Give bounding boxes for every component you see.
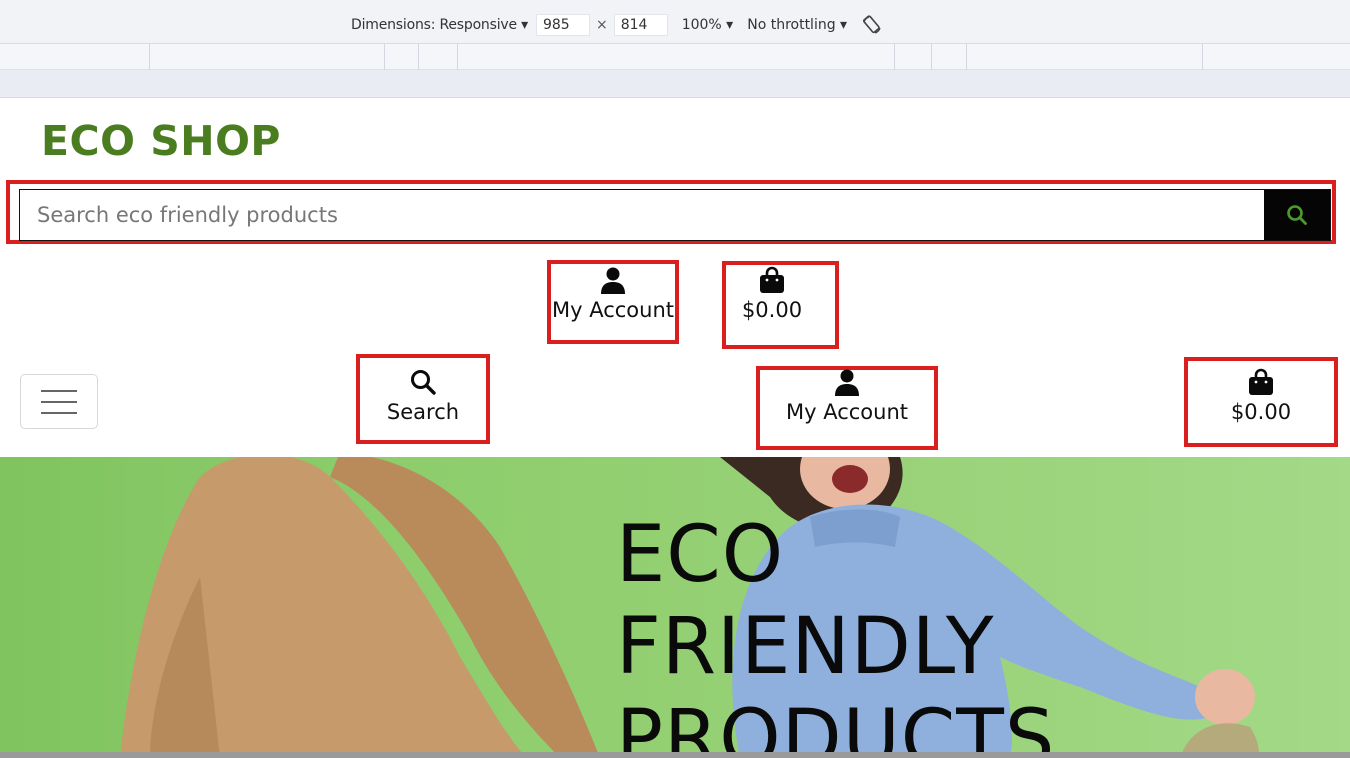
header-account-link[interactable]: My Account	[549, 264, 677, 322]
user-icon	[600, 264, 626, 294]
cart-total: $0.00	[741, 298, 803, 322]
menu-toggle-button[interactable]	[20, 374, 98, 429]
search-button[interactable]	[1264, 190, 1330, 240]
dimensions-dropdown[interactable]: Dimensions: Responsive ▾	[351, 17, 528, 33]
height-input[interactable]: 814	[613, 14, 668, 36]
search-icon	[409, 366, 437, 396]
hero-title-line: ECO	[616, 510, 785, 600]
ruler-tick	[1202, 44, 1203, 70]
hero-title-line: PRODUCTS	[616, 694, 1056, 758]
header-cart-link[interactable]: $0.00	[722, 264, 822, 322]
throttling-dropdown[interactable]: No throttling ▾	[747, 17, 847, 33]
nav-search-link[interactable]: Search	[360, 366, 486, 424]
times-sign: ×	[595, 17, 608, 33]
ruler-tick	[931, 44, 932, 70]
search-label: Search	[386, 400, 460, 424]
search-icon	[1287, 205, 1307, 225]
device-ruler[interactable]	[0, 70, 1350, 98]
hamburger-icon	[41, 411, 77, 414]
devtools-toolbar: Dimensions: Responsive ▾ 985 × 814 100% …	[0, 0, 1350, 44]
user-icon	[834, 366, 860, 396]
hamburger-icon	[41, 389, 77, 392]
horizontal-scrollbar[interactable]	[0, 752, 1350, 758]
width-input[interactable]: 985	[535, 14, 590, 36]
page: Dimensions: Responsive ▾ 985 × 814 100% …	[0, 0, 1350, 758]
hero-banner: ECO FRIENDLY PRODUCTS	[0, 457, 1350, 758]
account-label: My Account	[785, 400, 908, 424]
ruler-tick	[418, 44, 419, 70]
nav-cart-link[interactable]: $0.00	[1188, 366, 1334, 424]
account-label: My Account	[551, 298, 674, 322]
zoom-dropdown[interactable]: 100% ▾	[682, 17, 734, 33]
nav-account-link[interactable]: My Account	[760, 366, 934, 424]
media-query-ruler[interactable]	[0, 44, 1350, 70]
ruler-tick	[894, 44, 895, 70]
bag-icon	[759, 264, 785, 294]
search-input[interactable]	[20, 190, 1264, 240]
site-logo[interactable]: ECO SHOP	[41, 117, 281, 165]
search-form	[19, 189, 1331, 241]
cart-total: $0.00	[1230, 400, 1292, 424]
ruler-tick	[457, 44, 458, 70]
hero-title-line: FRIENDLY	[616, 602, 995, 692]
rotate-icon[interactable]	[861, 14, 883, 36]
ruler-tick	[384, 44, 385, 70]
bag-icon	[1248, 366, 1274, 396]
hamburger-icon	[41, 400, 77, 403]
ruler-tick	[966, 44, 967, 70]
hero-title: ECO FRIENDLY PRODUCTS	[616, 509, 1055, 758]
ruler-tick	[149, 44, 150, 70]
devtools-controls: Dimensions: Responsive ▾ 985 × 814 100% …	[351, 12, 883, 38]
